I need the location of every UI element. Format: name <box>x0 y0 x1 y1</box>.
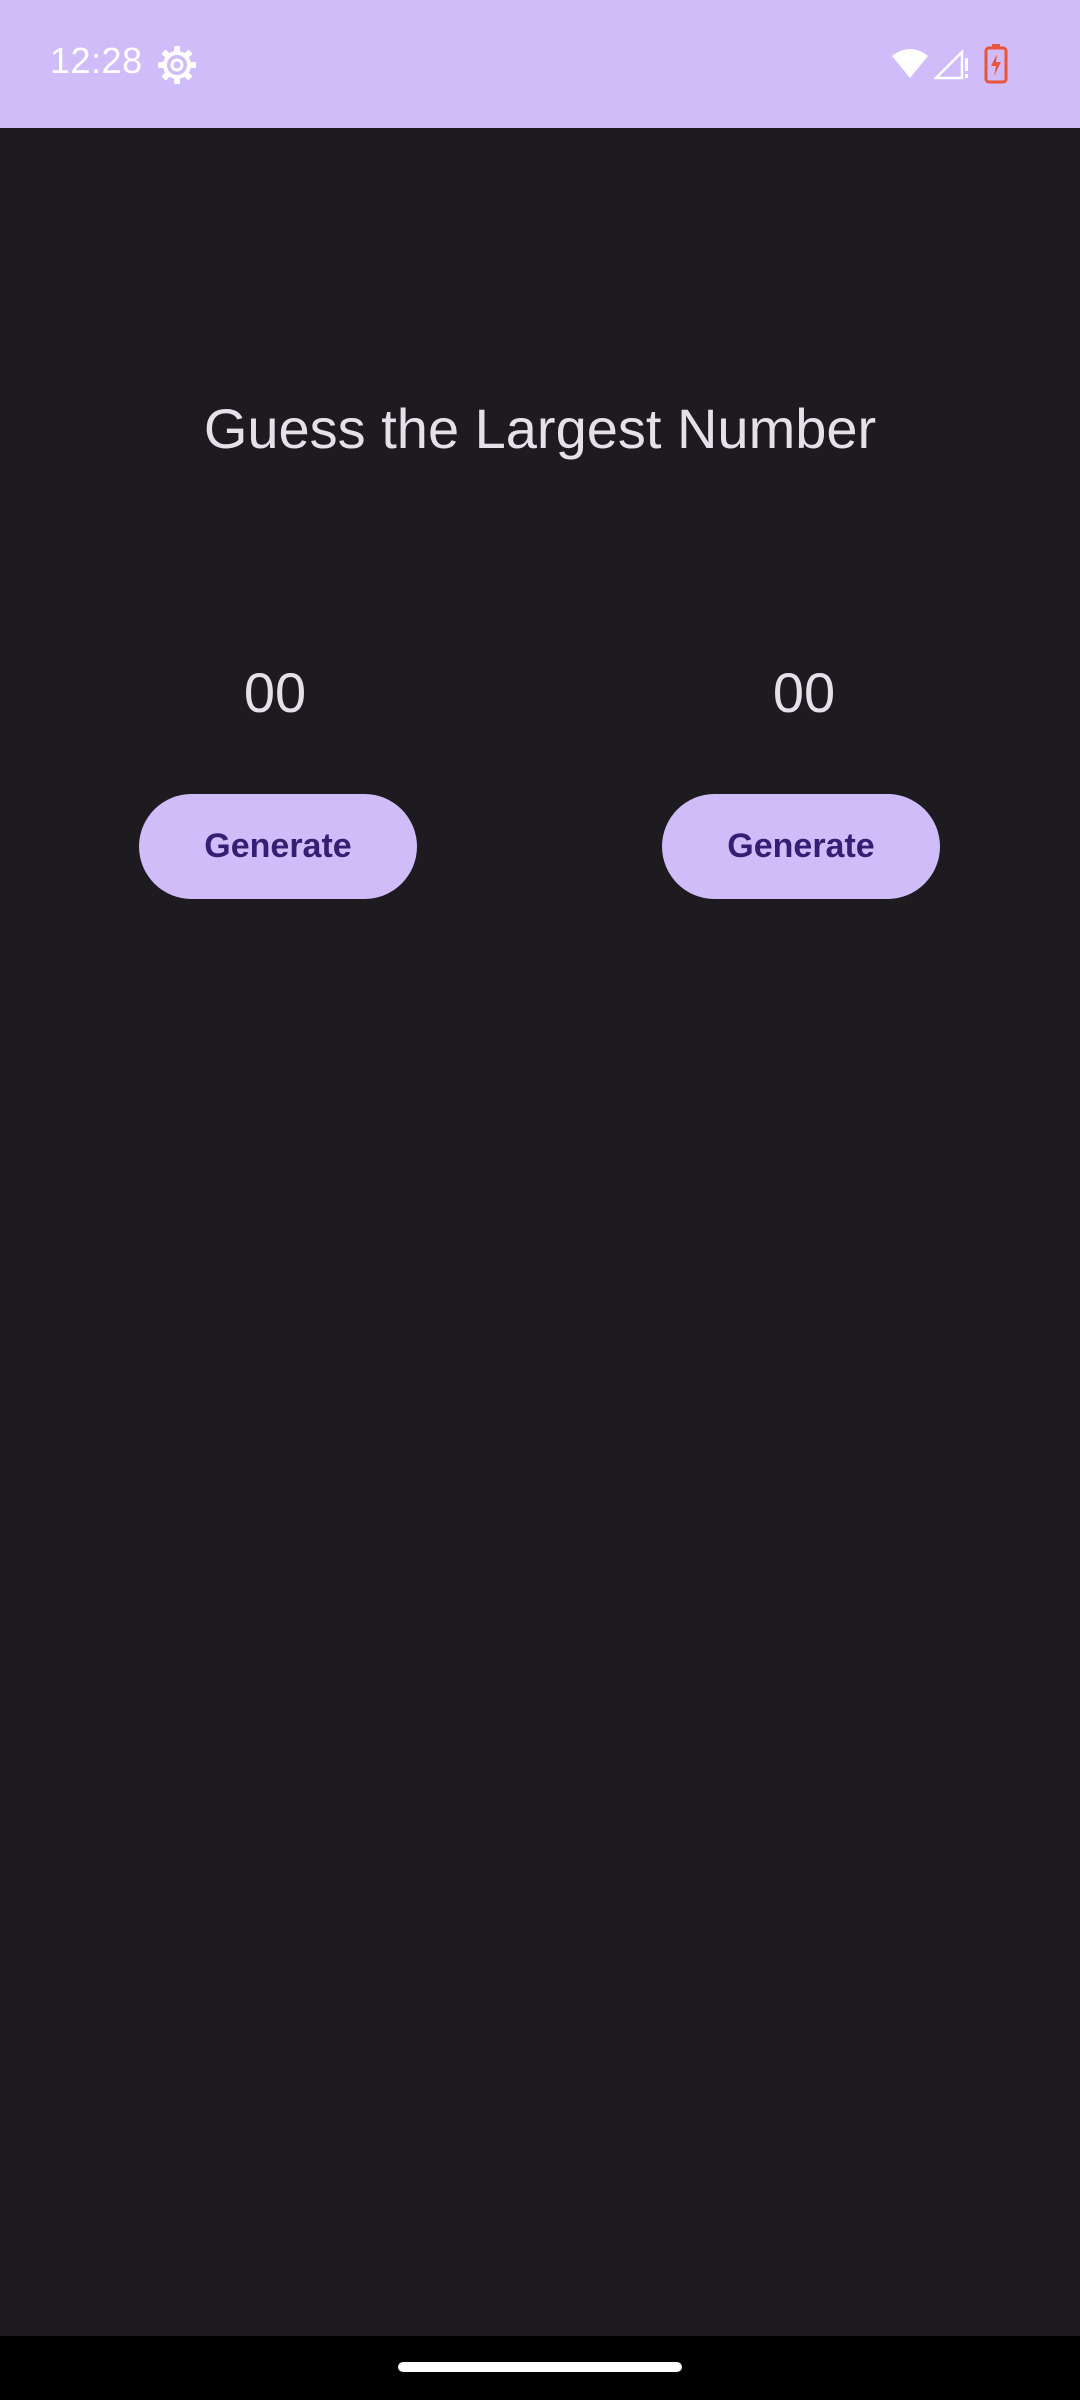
wifi-icon <box>890 48 930 80</box>
generate-left-button[interactable]: Generate <box>139 794 417 899</box>
left-number: 00 <box>243 661 307 724</box>
status-time: 12:28 <box>50 40 143 81</box>
page-title: Guess the Largest Number <box>203 397 877 460</box>
app-screen: 12:28 Guess the Largest Number 00 00 Gen… <box>0 0 1080 2400</box>
gear-icon <box>156 44 198 86</box>
home-gesture-handle[interactable] <box>398 2362 682 2372</box>
generate-right-button[interactable]: Generate <box>662 794 940 899</box>
right-number: 00 <box>772 661 836 724</box>
status-bar: 12:28 <box>0 0 1080 128</box>
signal-icon <box>932 48 970 80</box>
battery-charging-icon <box>984 44 1008 84</box>
navigation-bar <box>0 2336 1080 2400</box>
